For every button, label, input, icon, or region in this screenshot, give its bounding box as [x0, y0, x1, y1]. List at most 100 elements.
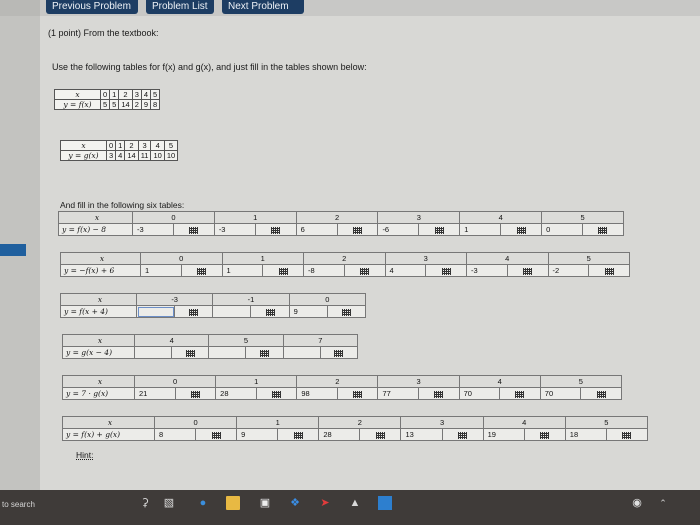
task-view-icon[interactable]: ▧	[162, 496, 176, 510]
answer-input[interactable]: 4	[384, 264, 427, 277]
given-f-x-label: x	[54, 89, 101, 100]
answer-grid-icon[interactable]	[523, 267, 533, 275]
answer-input[interactable]: -8	[303, 264, 345, 277]
answer-table-x-label: x	[60, 293, 137, 306]
answer-grid-icon[interactable]	[353, 390, 363, 398]
answer-input[interactable]: 1	[459, 223, 502, 236]
answer-table-4-x-row: x457	[62, 334, 359, 347]
answer-grid-icon[interactable]	[265, 308, 275, 316]
answer-input[interactable]: 9	[236, 428, 279, 441]
answer-grid-icon[interactable]	[190, 390, 200, 398]
answer-input[interactable]: 21	[134, 387, 176, 400]
answer-table-x-value: 4	[459, 211, 543, 224]
point-value-text: (1 point) From the textbook:	[48, 28, 159, 38]
answer-grid-icon[interactable]	[596, 390, 606, 398]
answer-grid-icon[interactable]	[516, 226, 526, 234]
answer-grid-icon[interactable]	[441, 267, 451, 275]
answer-input[interactable]: 0	[541, 223, 583, 236]
answer-table-x-value: 4	[133, 334, 210, 347]
answer-table-x-value: 5	[547, 252, 630, 265]
answer-input[interactable]	[212, 305, 252, 318]
edge-browser-icon[interactable]: ●	[196, 496, 210, 510]
answer-input[interactable]: 98	[296, 387, 338, 400]
answer-input[interactable]: 1	[221, 264, 264, 277]
answer-grid-icon[interactable]	[515, 390, 525, 398]
answer-input[interactable]	[282, 346, 321, 359]
answer-input[interactable]: 13	[400, 428, 443, 441]
microphone-icon[interactable]: ⚳	[138, 496, 152, 510]
answer-grid-icon[interactable]	[352, 226, 362, 234]
answer-status-cell	[581, 223, 625, 236]
answer-input[interactable]: -2	[547, 264, 590, 277]
answer-grid-icon[interactable]	[622, 431, 632, 439]
answer-input[interactable]: 70	[539, 387, 582, 400]
left-tab-marker[interactable]	[0, 244, 26, 256]
answer-table-x-value: 1	[236, 416, 320, 429]
answer-table-x-value: 1	[221, 252, 304, 265]
answer-input[interactable]	[208, 346, 247, 359]
answer-input[interactable]: 77	[377, 387, 420, 400]
answer-grid-icon[interactable]	[271, 226, 281, 234]
answer-grid-icon[interactable]	[360, 267, 370, 275]
answer-table-3-x-row: x -3 -1 0	[60, 293, 367, 306]
file-explorer-icon[interactable]	[226, 496, 240, 510]
answer-table-x-value: 4	[458, 375, 541, 388]
answer-input[interactable]: 28	[215, 387, 257, 400]
answer-table-x-value: 0	[153, 416, 238, 429]
answer-grid-icon[interactable]	[434, 226, 444, 234]
chrome-icon[interactable]: ◉	[630, 496, 644, 510]
app-window-icon[interactable]	[378, 496, 392, 510]
answer-input[interactable]: 70	[458, 387, 501, 400]
system-tray-chevron-icon[interactable]: ⌃	[656, 496, 670, 510]
previous-problem-button[interactable]: Previous Problem	[46, 0, 138, 14]
answer-grid-icon[interactable]	[260, 349, 270, 357]
answer-grid-icon[interactable]	[293, 431, 303, 439]
answer-grid-icon[interactable]	[341, 308, 351, 316]
answer-status-cell	[425, 264, 467, 277]
answer-table-x-value: 2	[318, 416, 402, 429]
answer-table-4-y-row: y = g(x − 4)	[62, 346, 359, 359]
answer-grid-icon[interactable]	[272, 390, 282, 398]
answer-grid-icon[interactable]	[185, 349, 195, 357]
answer-input[interactable]: 28	[318, 428, 361, 441]
answer-table-x-value: 2	[295, 211, 379, 224]
answer-grid-icon[interactable]	[334, 349, 344, 357]
taskbar-search-text[interactable]: to search	[2, 500, 35, 509]
answer-table-x-value: 3	[377, 375, 460, 388]
next-problem-button[interactable]: Next Problem	[222, 0, 304, 14]
answer-input[interactable]: 9	[288, 305, 328, 318]
answer-grid-icon[interactable]	[189, 308, 199, 316]
answer-input[interactable]: 1	[140, 264, 182, 277]
answer-grid-icon[interactable]	[278, 267, 288, 275]
flash-icon[interactable]: ➤	[318, 496, 332, 510]
answer-grid-icon[interactable]	[434, 390, 444, 398]
answer-grid-icon[interactable]	[598, 226, 608, 234]
answer-input[interactable]	[135, 305, 176, 318]
answer-status-cell	[523, 428, 566, 441]
answer-grid-icon[interactable]	[189, 226, 199, 234]
answer-input[interactable]: 19	[482, 428, 525, 441]
answer-input[interactable]: 6	[295, 223, 338, 236]
answer-grid-icon[interactable]	[375, 431, 385, 439]
answer-input[interactable]: 18	[564, 428, 607, 441]
answer-input[interactable]: -3	[466, 264, 508, 277]
problem-list-button[interactable]: Problem List	[146, 0, 214, 14]
answer-input[interactable]: 8	[153, 428, 197, 441]
answer-input[interactable]	[133, 346, 173, 359]
answer-grid-icon[interactable]	[458, 431, 468, 439]
dropbox-icon[interactable]: ❖	[288, 496, 302, 510]
store-icon[interactable]: ▣	[258, 496, 272, 510]
answer-status-cell	[580, 387, 622, 400]
answer-table-1: x012345y = f(x) − 8 -3 -3 6 -6 1 0	[58, 211, 625, 236]
hint-link[interactable]: Hint:	[76, 450, 93, 460]
answer-grid-icon[interactable]	[604, 267, 614, 275]
answer-grid-icon[interactable]	[211, 431, 221, 439]
vlc-icon[interactable]: ▲	[348, 496, 362, 510]
answer-grid-icon[interactable]	[540, 431, 550, 439]
answer-grid-icon[interactable]	[197, 267, 207, 275]
given-f-table: x 0 1 2 3 4 5 y = f(x) 5 5 14 2 9 8	[54, 89, 161, 110]
problem-panel: (1 point) From the textbook: Use the fol…	[40, 16, 700, 490]
answer-input[interactable]: -3	[213, 223, 256, 236]
answer-input[interactable]: -6	[377, 223, 420, 236]
answer-input[interactable]: -3	[132, 223, 174, 236]
